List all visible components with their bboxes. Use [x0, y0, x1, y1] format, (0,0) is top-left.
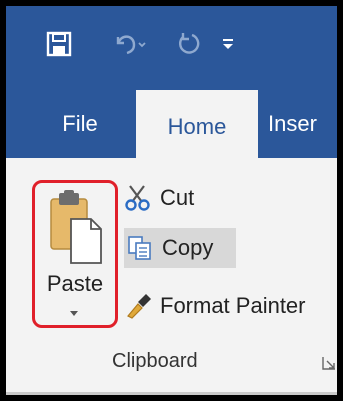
dialog-launcher-icon[interactable]	[322, 356, 336, 370]
ribbon-bottom-border	[6, 392, 337, 395]
paste-label: Paste	[46, 271, 104, 296]
save-icon[interactable]	[46, 30, 72, 58]
cut-button[interactable]: Cut	[124, 178, 334, 218]
tab-file[interactable]: File	[50, 104, 110, 144]
paste-icon	[49, 189, 105, 270]
cut-label: Cut	[160, 185, 195, 210]
clipboard-group-label: Clipboard	[112, 350, 198, 372]
paste-button[interactable]: Paste	[32, 180, 118, 328]
undo-icon[interactable]	[112, 30, 146, 58]
redo-icon[interactable]	[176, 30, 202, 58]
ribbon-tabs: File Home Inser	[6, 80, 337, 158]
window-frame: File Home Inser Paste Cut Copy Format Pa…	[0, 0, 343, 401]
scissors-icon	[124, 184, 152, 212]
tab-insert[interactable]: Inser	[268, 104, 337, 144]
paste-dropdown-arrow-icon[interactable]	[67, 305, 81, 316]
copy-button[interactable]: Copy	[124, 228, 236, 268]
copy-icon	[126, 234, 154, 262]
format-painter-icon	[124, 292, 152, 320]
customize-qat-icon[interactable]	[218, 30, 238, 58]
tab-home[interactable]: Home	[136, 90, 258, 158]
format-painter-button[interactable]: Format Painter	[124, 286, 334, 326]
copy-label: Copy	[162, 235, 214, 260]
clipboard-group: Paste Cut Copy Format Painter Clipboard	[6, 158, 337, 395]
format-painter-label: Format Painter	[160, 293, 306, 318]
title-bar	[6, 6, 337, 80]
